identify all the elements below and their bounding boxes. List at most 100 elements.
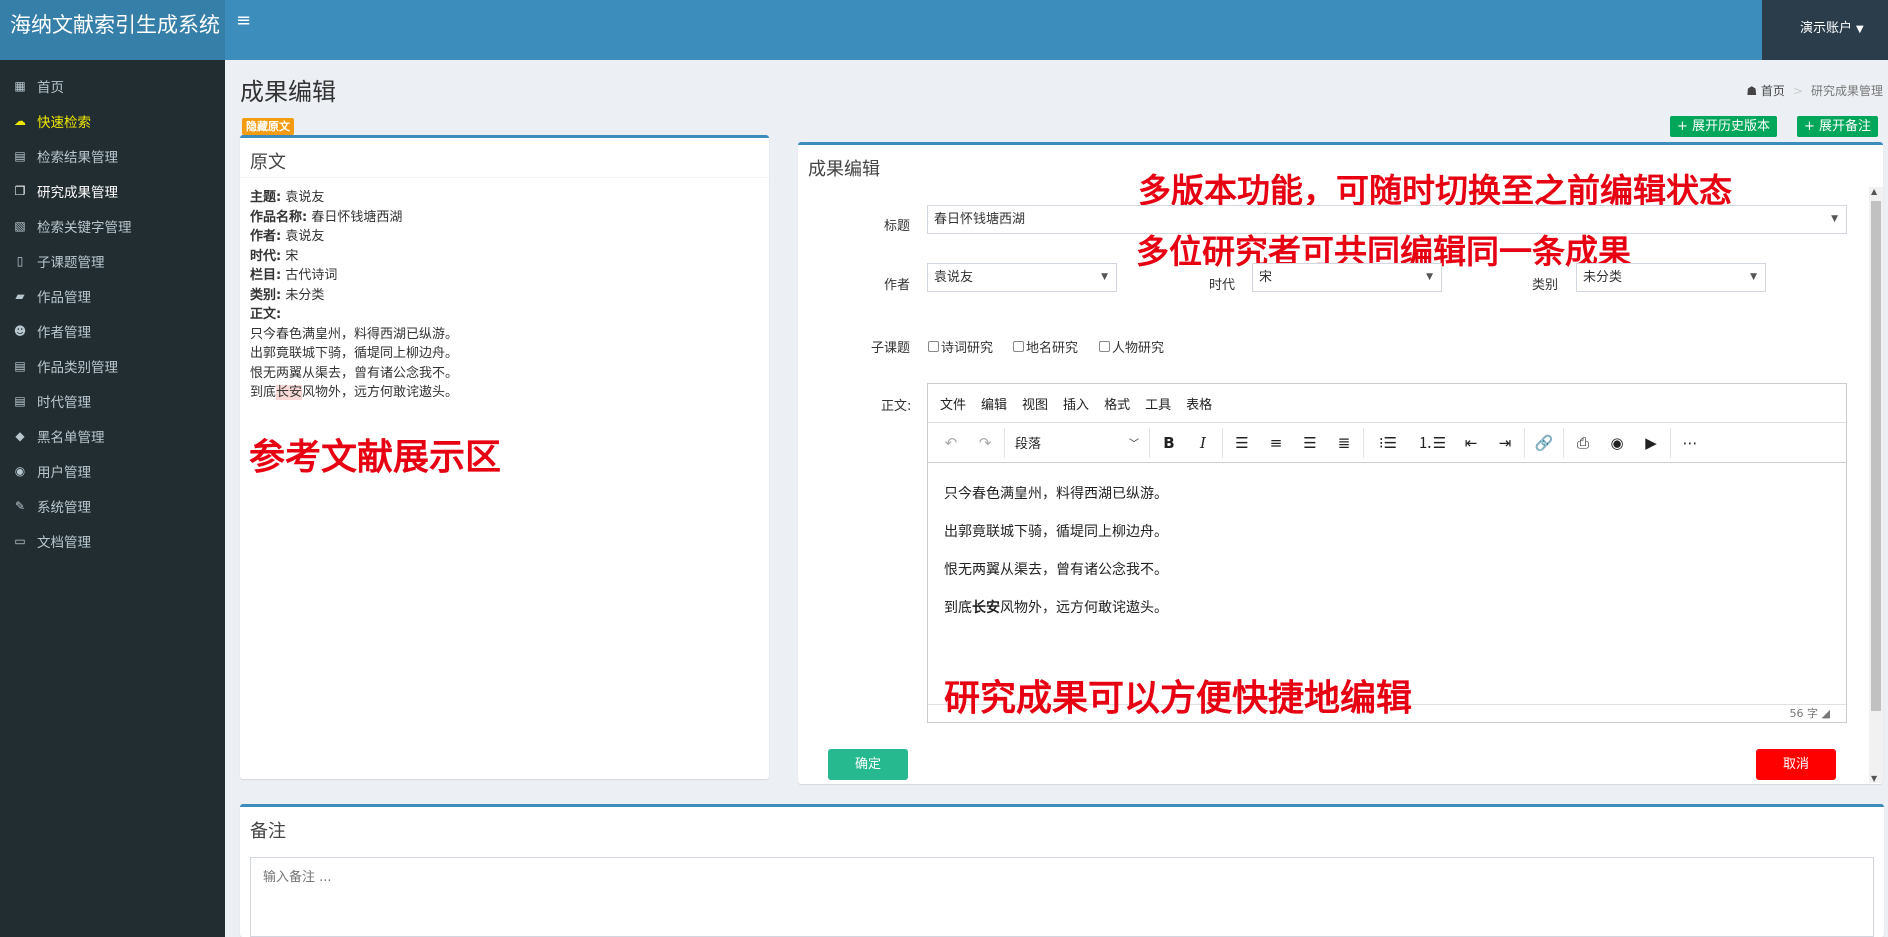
era-value: 宋 xyxy=(1259,270,1273,285)
notes-textarea[interactable] xyxy=(250,857,1874,937)
show-history-button[interactable]: + 展开历史版本 xyxy=(1670,116,1778,137)
align-left-icon[interactable]: ☰ xyxy=(1225,428,1259,458)
source-panel-title: 原文 xyxy=(240,138,769,178)
annotation-source-area: 参考文献展示区 xyxy=(249,436,502,478)
file-icon: ▤ xyxy=(14,358,26,373)
sidebar-item-label: 用户管理 xyxy=(37,464,91,481)
editor-content[interactable]: 只今春色满皇州，料得西湖已纵游。 出郭竟联城下骑，循堤同上柳边舟。 恨无两翼从渠… xyxy=(928,463,1846,703)
bold-icon[interactable]: B xyxy=(1152,428,1186,458)
image-file-icon: ▧ xyxy=(14,218,26,233)
sidebar-item-eras[interactable]: ▤ 时代管理 xyxy=(0,383,225,418)
app-logo[interactable]: 海纳文献索引生成系统 xyxy=(0,0,225,60)
hide-source-button[interactable]: 隐藏原文 xyxy=(242,118,294,135)
sidebar-item-blacklist[interactable]: ◆ 黑名单管理 xyxy=(0,418,225,453)
editor-panel-title: 成果编辑 xyxy=(808,159,880,180)
block-format-select[interactable]: 段落 ﹀ xyxy=(1007,428,1147,458)
checkbox-icon xyxy=(1099,341,1110,352)
author-value: 袁说友 xyxy=(934,270,974,285)
chevron-down-icon: ▼ xyxy=(1750,272,1757,282)
user-menu[interactable]: 演示账户 ▼ xyxy=(1762,0,1888,60)
sidebar-item-work-categories[interactable]: ▤ 作品类别管理 xyxy=(0,348,225,383)
notes-panel-title: 备注 xyxy=(250,821,286,842)
body-label: 正文: xyxy=(881,399,912,414)
subtopic-checkbox-places[interactable]: 地名研究 xyxy=(1013,337,1078,356)
category-label: 类别 xyxy=(1532,278,1559,293)
sidebar-item-quick-search[interactable]: ☁ 快速检索 xyxy=(0,103,225,138)
source-line: 出郭竟联城下骑，循堤同上柳边舟。 xyxy=(250,346,459,361)
sidebar-item-system[interactable]: ✎ 系统管理 xyxy=(0,488,225,523)
toolbar-divider xyxy=(1670,427,1671,458)
media-icon[interactable]: ▶ xyxy=(1634,428,1668,458)
editor-toolbar: ↶ ↷ 段落 ﹀ B I ☰ ≡ ☰ ≣ ⁝☰ ⒈☰ ⇤ ⇥ 🔗 ⎙ ◉ ▶ ⋯ xyxy=(928,423,1846,463)
source-field-era: 时代: 宋 xyxy=(250,248,299,264)
scroll-up-icon[interactable]: ▲ xyxy=(1871,187,1877,196)
menu-file[interactable]: 文件 xyxy=(940,394,966,413)
print-icon[interactable]: ⎙ xyxy=(1566,428,1600,458)
menu-view[interactable]: 视图 xyxy=(1022,394,1048,413)
undo-icon[interactable]: ↶ xyxy=(934,428,968,458)
scrollbar-thumb[interactable] xyxy=(1871,201,1881,711)
sidebar-item-keywords[interactable]: ▧ 检索关键字管理 xyxy=(0,208,225,243)
subtopic-checkbox-persons[interactable]: 人物研究 xyxy=(1099,337,1164,356)
caret-down-icon: ▼ xyxy=(1856,24,1864,35)
book-icon: ▰ xyxy=(15,288,25,303)
checkbox-label: 地名研究 xyxy=(1026,341,1079,356)
copy-icon: ❐ xyxy=(14,183,26,198)
more-icon[interactable]: ⋯ xyxy=(1673,428,1707,458)
menu-edit[interactable]: 编辑 xyxy=(981,394,1007,413)
menu-format[interactable]: 格式 xyxy=(1104,394,1130,413)
sidebar-item-label: 检索关键字管理 xyxy=(37,219,132,236)
resize-handle-icon[interactable]: ◢ xyxy=(1822,707,1830,720)
link-icon[interactable]: 🔗 xyxy=(1527,428,1561,458)
outdent-icon[interactable]: ⇤ xyxy=(1454,428,1488,458)
sidebar-item-label: 首页 xyxy=(37,79,64,96)
title-select[interactable]: 春日怀钱塘西湖 ▼ xyxy=(927,205,1847,234)
sidebar-item-works[interactable]: ▰ 作品管理 xyxy=(0,278,225,313)
source-content: 主题: 袁说友 作品名称: 春日怀钱塘西湖 作者: 袁说友 时代: 宋 栏目: … xyxy=(240,178,769,413)
tags-icon: ◆ xyxy=(15,428,25,443)
sidebar-item-label: 子课题管理 xyxy=(37,254,105,271)
source-line: 只今春色满皇州，料得西湖已纵游。 xyxy=(250,326,459,342)
breadcrumb: ☗ 首页 > 研究成果管理 xyxy=(1746,82,1883,99)
numbered-list-icon[interactable]: ⒈☰ xyxy=(1410,428,1454,458)
align-center-icon[interactable]: ≡ xyxy=(1259,428,1293,458)
checkbox-label: 诗词研究 xyxy=(941,341,994,356)
preview-eye-icon[interactable]: ◉ xyxy=(1600,428,1634,458)
editor-line: 只今春色满皇州，料得西湖已纵游。 xyxy=(944,486,1168,502)
file-icon: ▤ xyxy=(14,393,26,408)
italic-icon[interactable]: I xyxy=(1186,428,1220,458)
indent-icon[interactable]: ⇥ xyxy=(1488,428,1522,458)
sidebar-item-authors[interactable]: ☻ 作者管理 xyxy=(0,313,225,348)
sidebar-item-label: 系统管理 xyxy=(37,499,91,516)
menu-toggle-icon[interactable]: ≡ xyxy=(236,10,251,31)
menu-insert[interactable]: 插入 xyxy=(1063,394,1089,413)
breadcrumb-home[interactable]: 首页 xyxy=(1761,84,1785,98)
sidebar-item-documents[interactable]: ▭ 文档管理 xyxy=(0,523,225,558)
title-label: 标题 xyxy=(884,219,911,234)
subtopic-checkbox-poetry[interactable]: 诗词研究 xyxy=(928,337,993,356)
cancel-button[interactable]: 取消 xyxy=(1756,749,1836,780)
author-select[interactable]: 袁说友 ▼ xyxy=(927,263,1117,292)
sidebar-item-research-results[interactable]: ❐ 研究成果管理 xyxy=(0,173,225,208)
sidebar-item-search-results[interactable]: ▤ 检索结果管理 xyxy=(0,138,225,173)
chevron-down-icon: ▼ xyxy=(1426,272,1433,282)
align-justify-icon[interactable]: ≣ xyxy=(1327,428,1361,458)
toolbar-divider xyxy=(1363,427,1364,458)
sidebar-item-home[interactable]: ▦ 首页 xyxy=(0,68,225,103)
menu-tools[interactable]: 工具 xyxy=(1145,394,1171,413)
scrollbar[interactable]: ▲ ▼ xyxy=(1869,187,1883,783)
era-select[interactable]: 宋 ▼ xyxy=(1252,263,1442,292)
breadcrumb-current: 研究成果管理 xyxy=(1810,84,1883,98)
category-select[interactable]: 未分类 ▼ xyxy=(1576,263,1766,292)
confirm-button[interactable]: 确定 xyxy=(828,749,908,780)
menu-table[interactable]: 表格 xyxy=(1186,394,1212,413)
show-notes-button[interactable]: + 展开备注 xyxy=(1797,116,1879,137)
redo-icon[interactable]: ↷ xyxy=(968,428,1002,458)
bullet-list-icon[interactable]: ⁝☰ xyxy=(1366,428,1410,458)
page-title: 成果编辑 xyxy=(240,78,336,106)
scroll-down-icon[interactable]: ▼ xyxy=(1871,774,1877,783)
sidebar-item-users[interactable]: ◉ 用户管理 xyxy=(0,453,225,488)
keyword-highlight: 长安 xyxy=(276,385,303,400)
align-right-icon[interactable]: ☰ xyxy=(1293,428,1327,458)
sidebar-item-subtopics[interactable]: ▯ 子课题管理 xyxy=(0,243,225,278)
